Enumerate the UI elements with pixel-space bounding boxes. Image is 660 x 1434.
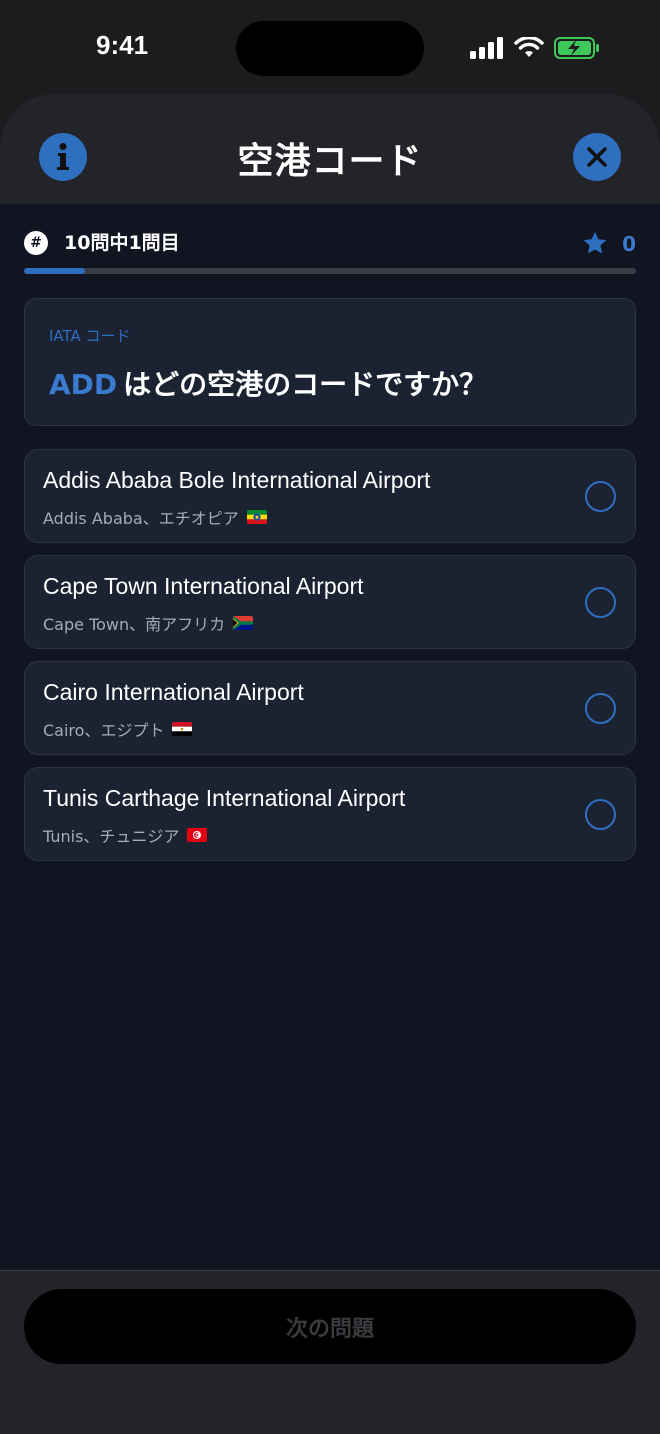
status-icons bbox=[470, 35, 600, 61]
score-value: 0 bbox=[622, 231, 636, 256]
option-location: Cairo、エジプト bbox=[43, 721, 165, 740]
quiz-sheet: 空港コード # 10問中1問目 0 IATA コード ADD はどの空港のコード… bbox=[0, 94, 660, 1434]
option-location: Addis Ababa、エチオピア bbox=[43, 509, 239, 528]
status-bar: 9:41 bbox=[0, 0, 660, 96]
footer: 次の問題 bbox=[0, 1270, 660, 1434]
option-radio[interactable] bbox=[585, 693, 616, 724]
answer-option[interactable]: Cape Town International Airport Cape Tow… bbox=[24, 555, 636, 649]
option-radio[interactable] bbox=[585, 481, 616, 512]
answer-option[interactable]: Cairo International Airport Cairo、エジプト bbox=[24, 661, 636, 755]
answer-option[interactable]: Tunis Carthage International Airport Tun… bbox=[24, 767, 636, 861]
option-name: Tunis Carthage International Airport bbox=[43, 785, 406, 811]
question-prompt: はどの空港のコードですか？ bbox=[123, 368, 488, 401]
egypt-flag-icon bbox=[172, 722, 193, 736]
option-subtitle: Cape Town、南アフリカ bbox=[43, 611, 254, 635]
cellular-signal-icon bbox=[470, 37, 503, 59]
option-subtitle: Tunis、チュニジア bbox=[43, 823, 208, 847]
progress-row: # 10問中1問目 0 bbox=[24, 231, 636, 257]
sheet-header: 空港コード bbox=[0, 94, 660, 204]
option-name: Addis Ababa Bole International Airport bbox=[43, 467, 431, 493]
option-location: Cape Town、南アフリカ bbox=[43, 615, 226, 634]
screen: 9:41 空港コード # 10問中1問目 0 IATA コード ADD はどの空… bbox=[0, 0, 660, 1434]
ethiopia-flag-icon bbox=[246, 510, 267, 524]
page-title: 空港コード bbox=[237, 141, 423, 182]
dynamic-island bbox=[236, 21, 424, 76]
question-code: ADD bbox=[49, 368, 118, 401]
wifi-icon bbox=[514, 37, 544, 57]
question-number-icon: # bbox=[24, 231, 48, 255]
star-icon bbox=[583, 231, 607, 254]
option-radio[interactable] bbox=[585, 799, 616, 830]
option-name: Cairo International Airport bbox=[43, 679, 304, 705]
option-radio[interactable] bbox=[585, 587, 616, 618]
tunisia-flag-icon bbox=[187, 828, 208, 842]
south-africa-flag-icon bbox=[233, 616, 254, 630]
close-icon bbox=[587, 147, 607, 167]
option-subtitle: Cairo、エジプト bbox=[43, 717, 193, 741]
status-time: 9:41 bbox=[96, 30, 149, 60]
progress-label: 10問中1問目 bbox=[64, 232, 180, 254]
option-subtitle: Addis Ababa、エチオピア bbox=[43, 505, 267, 529]
option-name: Cape Town International Airport bbox=[43, 573, 364, 599]
score: 0 bbox=[582, 231, 636, 256]
question-text: ADD はどの空港のコードですか？ bbox=[49, 363, 487, 403]
progress-bar-fill bbox=[24, 268, 86, 274]
question-category: IATA コード bbox=[49, 327, 131, 345]
progress-bar bbox=[24, 268, 636, 274]
next-question-button[interactable]: 次の問題 bbox=[24, 1289, 636, 1364]
answer-option[interactable]: Addis Ababa Bole International Airport A… bbox=[24, 449, 636, 543]
question-card: IATA コード ADD はどの空港のコードですか？ bbox=[24, 298, 636, 426]
battery-charging-icon bbox=[554, 37, 599, 59]
close-button[interactable] bbox=[573, 133, 621, 181]
option-location: Tunis、チュニジア bbox=[43, 827, 180, 846]
